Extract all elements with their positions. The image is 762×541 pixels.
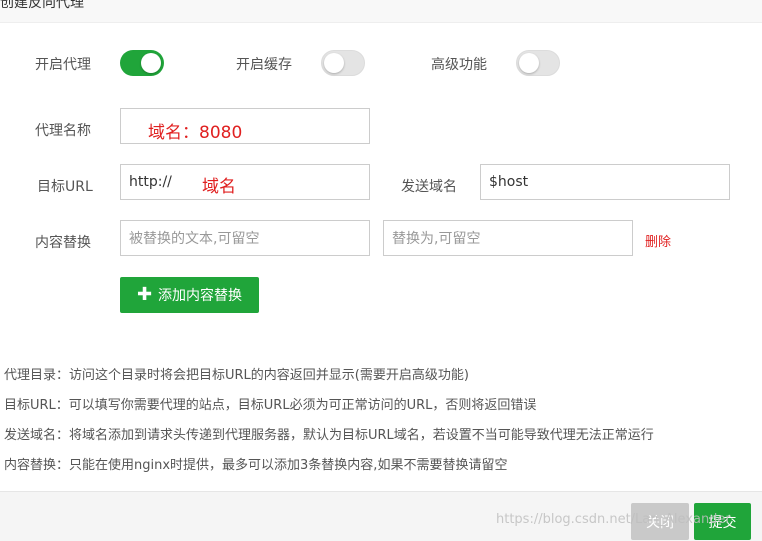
send-domain-input[interactable]: $host	[480, 164, 730, 200]
dialog-title: 创建反向代理	[0, 0, 84, 11]
add-content-replace-button[interactable]: ✚ 添加内容替换	[120, 277, 259, 313]
help-line: 内容替换：只能在使用nginx时提供，最多可以添加3条替换内容,如果不需要替换请…	[4, 458, 508, 473]
proxy-name-annotation: 域名：8080	[148, 123, 243, 143]
replace-target-placeholder: 替换为,可留空	[392, 231, 481, 247]
replace-target-input[interactable]: 替换为,可留空	[383, 220, 633, 256]
switch-knob	[324, 53, 344, 73]
target-url-annotation: 域名	[202, 177, 236, 197]
delete-replace-link[interactable]: 删除	[645, 231, 671, 250]
send-domain-label: 发送域名	[401, 179, 457, 195]
target-url-input[interactable]: http://	[120, 164, 370, 200]
cache-switch-label: 开启缓存	[236, 57, 292, 73]
advanced-switch-label: 高级功能	[431, 57, 487, 73]
replace-source-placeholder: 被替换的文本,可留空	[129, 231, 260, 247]
help-line: 目标URL：可以填写你需要代理的站点，目标URL必须为可正常访问的URL，否则将…	[4, 398, 537, 413]
content-replace-label: 内容替换	[35, 235, 91, 251]
switch-knob	[519, 53, 539, 73]
proxy-name-label: 代理名称	[35, 123, 91, 139]
help-line: 代理目录：访问这个目录时将会把目标URL的内容返回并显示(需要开启高级功能)	[4, 368, 469, 383]
proxy-switch[interactable]	[120, 50, 164, 76]
dialog-titlebar	[0, 0, 762, 23]
switch-knob	[141, 53, 161, 73]
target-url-label: 目标URL	[37, 179, 93, 195]
help-line: 发送域名：将域名添加到请求头传递到代理服务器，默认为目标URL域名，若设置不当可…	[4, 428, 654, 443]
advanced-switch[interactable]	[516, 50, 560, 76]
add-content-replace-label: 添加内容替换	[158, 288, 243, 304]
replace-source-input[interactable]: 被替换的文本,可留空	[120, 220, 370, 256]
cache-switch[interactable]	[321, 50, 365, 76]
proxy-switch-label: 开启代理	[35, 57, 91, 73]
watermark: https://blog.csdn.net/Lan_Alexander	[496, 512, 731, 527]
plus-icon: ✚	[136, 284, 153, 305]
